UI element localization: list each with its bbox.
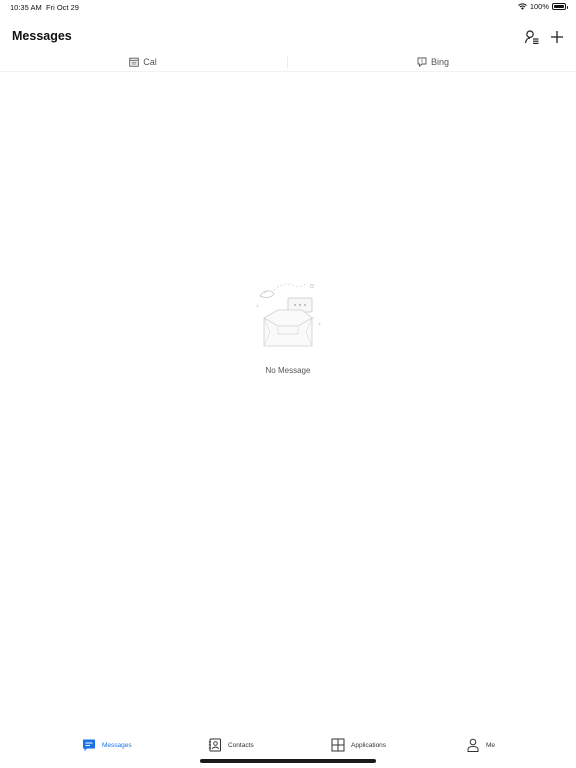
calendar-icon	[129, 57, 139, 67]
wifi-icon	[517, 3, 527, 10]
bottom-nav: Messages Contacts Applications Me	[0, 734, 576, 756]
chat-bubble-icon	[83, 739, 95, 751]
tab-bing-label: Bing	[430, 56, 449, 67]
plus-icon[interactable]	[549, 29, 565, 45]
sub-tabs: Cal Bing	[0, 52, 576, 72]
empty-state: No Message	[0, 276, 576, 386]
nav-contacts-label: Contacts	[228, 741, 254, 749]
nav-applications-label: Applications	[351, 741, 387, 749]
battery-percent: 100%	[529, 2, 549, 11]
page-title: Messages	[12, 29, 72, 43]
nav-messages-label: Messages	[102, 741, 132, 749]
nav-contacts[interactable]: Contacts	[208, 734, 254, 756]
empty-inbox-illustration	[256, 283, 321, 347]
contacts-book-icon	[208, 738, 221, 752]
nav-me-label: Me	[486, 741, 496, 749]
messages-screen: 10:35 AM Fri Oct 29 100% Messages Cal Bi…	[0, 0, 576, 768]
person-icon	[467, 738, 479, 752]
status-indicators: 100%	[517, 2, 568, 11]
status-date: Fri Oct 29	[46, 3, 79, 12]
tab-cal-label: Cal	[143, 56, 157, 67]
tab-divider	[287, 56, 288, 68]
tab-cal[interactable]: Cal	[0, 52, 286, 71]
bing-chat-icon	[417, 57, 427, 67]
status-time: 10:35 AM	[10, 3, 42, 12]
status-bar: 10:35 AM Fri Oct 29 100%	[0, 0, 576, 14]
header: Messages	[0, 24, 576, 50]
nav-me[interactable]: Me	[466, 734, 495, 756]
empty-message: No Message	[265, 366, 311, 375]
grid-icon	[331, 738, 345, 752]
tab-bing[interactable]: Bing	[290, 52, 576, 71]
nav-messages[interactable]: Messages	[82, 734, 132, 756]
home-indicator[interactable]	[200, 759, 376, 763]
contacts-list-icon[interactable]	[524, 29, 540, 45]
nav-applications[interactable]: Applications	[331, 734, 386, 756]
battery-icon	[552, 3, 568, 10]
